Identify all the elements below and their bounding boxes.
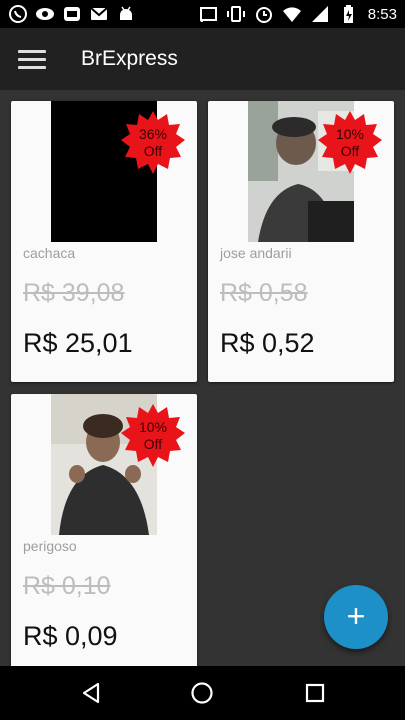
recents-icon[interactable] [302, 680, 328, 706]
home-icon[interactable] [189, 680, 215, 706]
app-bar: BrExpress [0, 28, 405, 90]
discount-badge: 10% Off [119, 402, 187, 470]
product-new-price: R$ 0,09 [23, 621, 118, 651]
product-new-price: R$ 0,52 [220, 328, 315, 358]
browser-icon [62, 4, 82, 24]
discount-percent: 10% [138, 419, 168, 435]
battery-charging-icon [338, 4, 358, 24]
system-nav-bar [0, 666, 405, 720]
back-icon[interactable] [78, 680, 104, 706]
whatsapp-icon [8, 4, 28, 24]
discount-percent: 10% [335, 126, 365, 142]
system-icons: 8:53 [198, 4, 397, 24]
product-card[interactable]: 10% Off perigoso R$ 0,10 R$ 0,09 [11, 394, 197, 666]
product-new-price: R$ 25,01 [23, 328, 133, 358]
status-time: 8:53 [367, 5, 397, 23]
alarm-icon [254, 4, 274, 24]
wifi-icon [282, 4, 302, 24]
app-title: BrExpress [81, 47, 178, 70]
product-card[interactable]: 36% Off cachaca R$ 39,08 R$ 25,01 [11, 101, 197, 382]
discount-off-label: Off [143, 436, 163, 452]
signal-icon [310, 4, 330, 24]
add-product-button[interactable]: + [324, 585, 388, 649]
cast-icon [198, 4, 218, 24]
add-icon: + [346, 598, 366, 634]
mail-icon [89, 4, 109, 24]
product-old-price: R$ 39,08 [23, 279, 125, 307]
hamburger-menu-icon[interactable] [18, 50, 46, 70]
product-grid[interactable]: 36% Off cachaca R$ 39,08 R$ 25,01 10% Of… [0, 90, 405, 666]
product-old-price: R$ 0,58 [220, 279, 308, 307]
discount-badge: 10% Off [316, 109, 384, 177]
product-name: cachaca [23, 245, 76, 261]
android-icon [116, 4, 136, 24]
product-old-price: R$ 0,10 [23, 572, 111, 600]
discount-badge: 36% Off [119, 109, 187, 177]
eye-icon [35, 4, 55, 24]
discount-off-label: Off [143, 143, 163, 159]
product-card[interactable]: 10% Off jose andarii R$ 0,58 R$ 0,52 [208, 101, 394, 382]
status-bar: 8:53 [0, 0, 405, 28]
vibrate-icon [226, 4, 246, 24]
notification-icons [8, 4, 136, 24]
discount-percent: 36% [138, 126, 168, 142]
product-name: perigoso [23, 538, 77, 554]
product-name: jose andarii [220, 245, 292, 261]
discount-off-label: Off [340, 143, 360, 159]
